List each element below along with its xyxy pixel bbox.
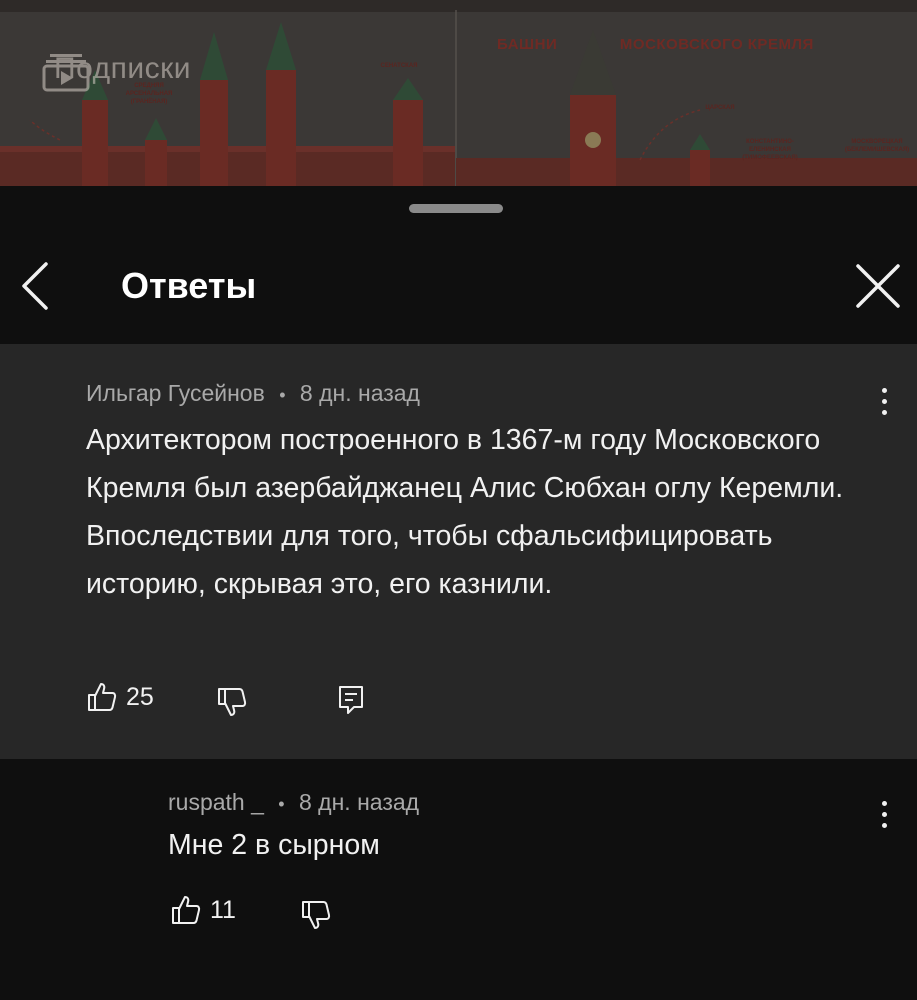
more-vertical-icon-dot bbox=[882, 399, 887, 404]
reply-like-count: 11 bbox=[210, 895, 236, 924]
comment-meta: Ильгар Гусейнов • 8 дн. назад bbox=[86, 380, 420, 407]
like-count: 25 bbox=[126, 682, 154, 711]
tower-label-tsar: ЦАРСКАЯ bbox=[705, 105, 735, 111]
reply-comment: ruspath _ • 8 дн. назад Мне 2 в сырном 1… bbox=[0, 759, 917, 1000]
reply-like-button[interactable]: 11 bbox=[170, 894, 236, 926]
subscriptions-icon bbox=[42, 54, 90, 92]
tower-label-senate: СЕНАТСКАЯ bbox=[380, 63, 418, 69]
reply-author[interactable]: ruspath _ bbox=[168, 789, 264, 815]
meta-separator: • bbox=[279, 385, 286, 405]
like-button[interactable]: 25 bbox=[86, 681, 154, 713]
poster-title-part-1: БАШНИ bbox=[497, 36, 558, 53]
close-button[interactable] bbox=[850, 258, 906, 314]
poster-title-part-2: МОСКОВСКОГО КРЕМЛЯ bbox=[619, 36, 814, 53]
reply-text: Мне 2 в сырном bbox=[168, 829, 380, 861]
drag-handle[interactable] bbox=[409, 204, 503, 213]
sheet-title: Ответы bbox=[121, 265, 257, 306]
more-vertical-icon-dot bbox=[882, 801, 887, 806]
comment-text: Архитектором построенного в 1367-м году … bbox=[86, 424, 844, 600]
tower-label-konstantin: КОНСТАНТИНО-ЕЛЕНИНСКАЯ (ТИМОФЕЕВСКАЯ) bbox=[742, 139, 798, 161]
reply-button[interactable] bbox=[336, 684, 366, 716]
comment-menu-button[interactable] bbox=[870, 382, 900, 422]
more-vertical-icon-dot bbox=[882, 823, 887, 828]
comment-author[interactable]: Ильгар Гусейнов bbox=[86, 380, 265, 406]
comment-reply-icon bbox=[339, 686, 363, 714]
video-player[interactable]: СРЕДНЯЯ АРСЕНАЛЬНАЯ (ГРАНЁНАЯ) СЕНАТСКАЯ… bbox=[0, 0, 917, 186]
sheet-header: Ответы bbox=[0, 246, 917, 326]
thumbs-down-icon bbox=[302, 901, 331, 929]
more-vertical-icon-dot bbox=[882, 388, 887, 393]
thumbs-down-icon bbox=[218, 688, 247, 716]
reply-meta: ruspath _ • 8 дн. назад bbox=[168, 789, 419, 816]
meta-separator: • bbox=[278, 794, 285, 814]
subscriptions-watermark: Подписки bbox=[42, 52, 191, 92]
dislike-button[interactable] bbox=[216, 686, 248, 718]
comment-time: 8 дн. назад bbox=[299, 380, 420, 406]
reply-dislike-button[interactable] bbox=[300, 899, 332, 931]
reply-menu-button[interactable] bbox=[870, 795, 900, 835]
parent-comment: Ильгар Гусейнов • 8 дн. назад Архитектор… bbox=[0, 344, 917, 759]
back-button[interactable] bbox=[12, 258, 62, 314]
close-icon bbox=[856, 264, 900, 308]
poster-title: БАШНИ МОСКОВСКОГО КРЕМЛЯ bbox=[497, 36, 814, 53]
replies-sheet: Ответы Ильгар Гусейнов • 8 дн. назад Арх… bbox=[0, 186, 917, 1000]
reply-time: 8 дн. назад bbox=[299, 789, 420, 815]
thumbs-up-icon bbox=[172, 896, 201, 924]
more-vertical-icon-dot bbox=[882, 812, 887, 817]
chevron-left-icon bbox=[22, 262, 48, 310]
tower-label-far-right: МОСКВОРЕЦКАЯ (БЕКЛЕМИШЕВСКАЯ) bbox=[844, 139, 910, 153]
more-vertical-icon-dot bbox=[882, 410, 887, 415]
thumbs-up-icon bbox=[88, 683, 117, 711]
